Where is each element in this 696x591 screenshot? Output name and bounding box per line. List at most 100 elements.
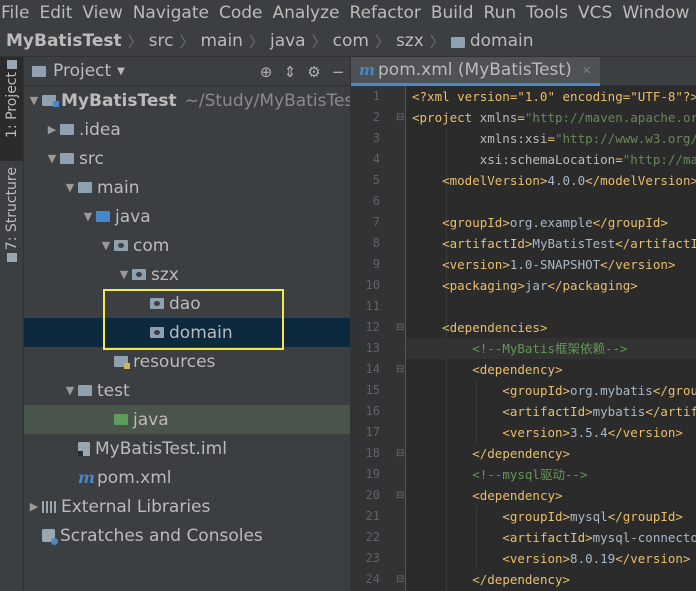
line-number: 15 xyxy=(365,383,380,397)
menu-item-view[interactable]: View xyxy=(82,0,132,26)
code-editor[interactable]: <?xml version="1.0" encoding="UTF-8"?> <p… xyxy=(406,86,696,591)
collapsed-arrow-icon[interactable]: ▶ xyxy=(26,500,42,513)
tree-item[interactable]: ▼ test xyxy=(24,376,350,405)
code-token-tag: </packaging> xyxy=(547,278,638,293)
test-folder-icon xyxy=(114,414,128,425)
tree-item[interactable]: ▶resources xyxy=(24,347,350,376)
tree-item[interactable]: ▼ szx xyxy=(24,260,350,289)
breadcrumb-separator-icon: 〉 xyxy=(374,32,390,51)
menu-item-file[interactable]: File xyxy=(0,0,39,26)
code-line: <groupId>org.example</groupId> xyxy=(406,212,696,233)
code-token-ind xyxy=(412,341,472,356)
menu-item-refactor[interactable]: Refactor xyxy=(350,0,431,26)
menu-item-build[interactable]: Build xyxy=(431,0,484,26)
line-number-gutter[interactable]: 1 2 ⊟ 3 4 5 6 7 8 9 10 11 12 ⊟ 13 14 ⊟ 15 16 17 18 ⊟ 19 20 ⊟ 21 22… xyxy=(350,86,406,591)
line-number: 12 xyxy=(365,320,380,334)
code-token-ind xyxy=(412,383,502,398)
resources-folder-icon xyxy=(114,356,130,369)
folder-icon xyxy=(78,182,92,193)
tab-pom-xml[interactable]: m pom.xml (MyBatisTest) × xyxy=(351,57,600,86)
code-line: <groupId>org.mybatis</groupId> xyxy=(406,380,696,401)
code-token-tag: <groupId> xyxy=(502,509,571,524)
tree-item[interactable]: ▶domain xyxy=(24,318,350,347)
breadcrumb-item[interactable]: MyBatisTest xyxy=(6,31,122,51)
expanded-arrow-icon[interactable]: ▼ xyxy=(26,94,42,107)
menu-item-vcs[interactable]: VCS xyxy=(578,0,622,26)
code-token-tag: <dependency> xyxy=(472,362,563,377)
code-token-ind xyxy=(412,152,480,167)
expanded-arrow-icon[interactable]: ▼ xyxy=(62,384,78,397)
line-number: 21 xyxy=(365,509,380,523)
code-token-tag: = xyxy=(547,131,555,146)
code-line: <artifactId>MyBatisTest</artifactId> xyxy=(406,233,696,254)
fold-marker-icon[interactable]: ⊟ xyxy=(396,485,404,506)
close-icon[interactable]: × xyxy=(582,63,592,77)
tree-item[interactable]: ▼ src xyxy=(24,144,350,173)
project-view-selector[interactable]: Project xyxy=(53,61,111,81)
tree-item[interactable]: ▼ MyBatisTest ~/Study/MyBatisTest xyxy=(24,86,360,115)
collapsed-arrow-icon[interactable]: ▶ xyxy=(44,123,60,136)
project-tool-button[interactable]: 1: Project xyxy=(0,57,23,161)
tree-item[interactable]: ▶dao xyxy=(24,289,350,318)
breadcrumb-item[interactable]: java xyxy=(270,31,306,51)
tree-item-label: test xyxy=(97,380,130,401)
project-tree: ▼ MyBatisTest ~/Study/MyBatisTest ▶ .idea ▼ sr… xyxy=(24,86,360,550)
code-token-tag: </groupId> xyxy=(652,383,696,398)
expanded-arrow-icon[interactable]: ▼ xyxy=(80,210,96,223)
fold-marker-icon[interactable]: ⊟ xyxy=(396,317,404,338)
gear-icon[interactable]: ⚙ xyxy=(302,63,326,81)
breadcrumb-item[interactable]: com xyxy=(333,31,369,51)
collapse-all-icon[interactable]: ⇕ xyxy=(278,63,302,81)
tree-item[interactable]: ▶ External Libraries xyxy=(24,492,350,521)
code-token-comment: <!--MyBatis框架依赖--> xyxy=(472,341,628,356)
code-line: <?xml version="1.0" encoding="UTF-8"?> xyxy=(406,86,696,107)
fold-marker-icon[interactable]: ⊟ xyxy=(396,107,404,128)
tree-item-label: java xyxy=(133,409,169,430)
expanded-arrow-icon[interactable]: ▼ xyxy=(62,181,78,194)
expanded-arrow-icon[interactable]: ▼ xyxy=(98,239,114,252)
line-number: 6 xyxy=(372,194,380,208)
chevron-down-icon[interactable]: ▼ xyxy=(117,66,125,77)
line-number: 3 xyxy=(372,131,380,145)
tree-item[interactable]: ▶java xyxy=(24,405,350,434)
code-token-ind xyxy=(412,572,472,587)
tree-item[interactable]: ▼ main xyxy=(24,173,350,202)
menu-item-window[interactable]: Window xyxy=(622,0,696,26)
tree-item[interactable]: ▶MyBatisTest.iml xyxy=(24,434,350,463)
tree-item[interactable]: ▶mpom.xml xyxy=(24,463,350,492)
project-view-icon xyxy=(32,65,46,77)
menu-item-analyze[interactable]: Analyze xyxy=(273,0,350,26)
code-token-ind xyxy=(412,320,442,335)
code-token-ind xyxy=(412,488,472,503)
code-token-text: jar xyxy=(524,278,548,293)
breadcrumb-item[interactable]: szx xyxy=(396,31,424,51)
tree-item[interactable]: ▶ .idea xyxy=(24,115,350,144)
locate-icon[interactable]: ⊕ xyxy=(254,63,278,81)
tree-item[interactable]: ▼ com xyxy=(24,231,350,260)
code-token-ind xyxy=(412,551,502,566)
line-number: 18 xyxy=(365,446,380,460)
menu-item-navigate[interactable]: Navigate xyxy=(133,0,219,26)
code-token-ind xyxy=(412,173,442,188)
expanded-arrow-icon[interactable]: ▼ xyxy=(44,152,60,165)
menu-item-edit[interactable]: Edit xyxy=(39,0,82,26)
menu-item-code[interactable]: Code xyxy=(219,0,273,26)
project-icon xyxy=(6,60,17,69)
breadcrumb-item[interactable]: src xyxy=(149,31,174,51)
code-token-tag: <version> xyxy=(442,257,510,272)
tree-item[interactable]: ▶Scratches and Consoles xyxy=(24,521,350,550)
hide-icon[interactable]: − xyxy=(326,63,350,81)
code-token-tag: <modelVersion> xyxy=(442,173,548,188)
fold-marker-icon[interactable]: ⊟ xyxy=(396,569,404,590)
code-token-ind xyxy=(412,362,472,377)
menu-item-tools[interactable]: Tools xyxy=(526,0,578,26)
expanded-arrow-icon[interactable]: ▼ xyxy=(116,268,132,281)
breadcrumb-separator-icon: 〉 xyxy=(429,32,445,51)
breadcrumb-item[interactable]: main xyxy=(200,31,242,51)
tree-item[interactable]: ▼ java xyxy=(24,202,350,231)
menu-item-run[interactable]: Run xyxy=(484,0,527,26)
fold-marker-icon[interactable]: ⊟ xyxy=(396,443,404,464)
breadcrumb-item[interactable]: domain xyxy=(470,31,534,51)
structure-tool-button[interactable]: 7: Structure xyxy=(0,167,23,277)
fold-marker-icon[interactable]: ⊟ xyxy=(396,359,404,380)
